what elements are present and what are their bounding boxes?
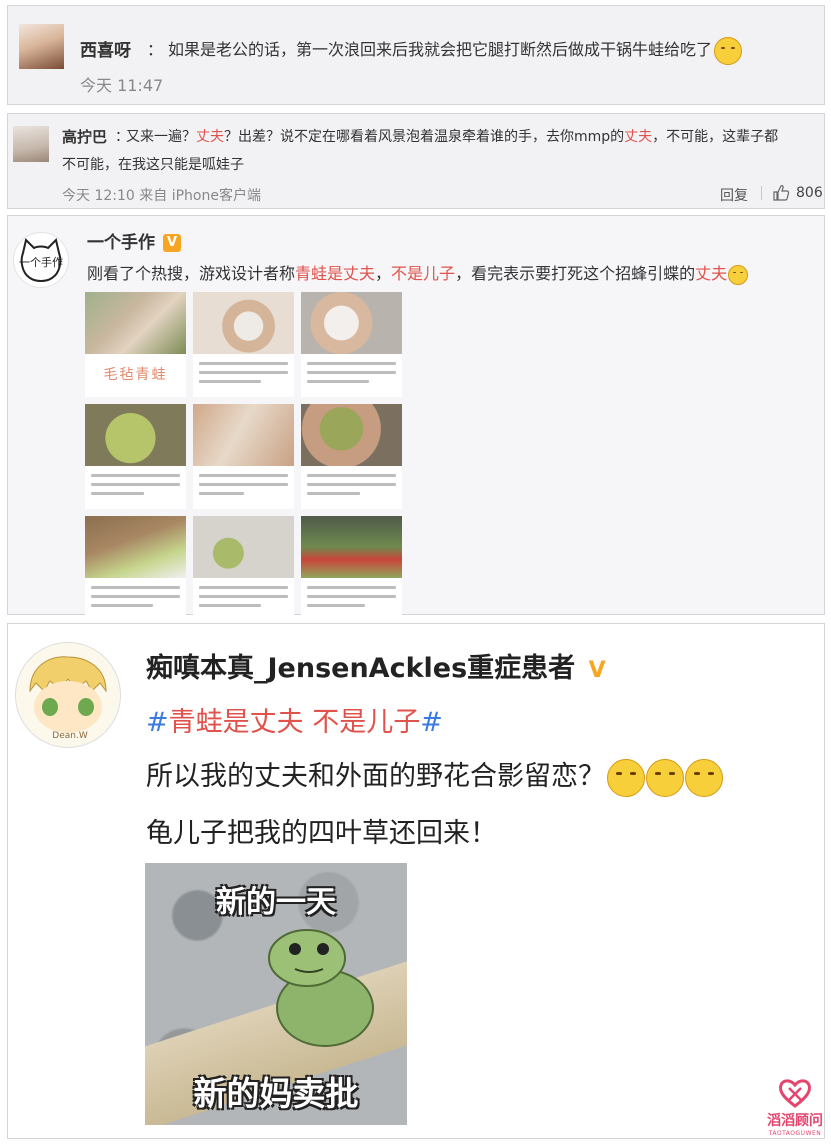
grid-image[interactable]	[193, 404, 294, 509]
user-avatar[interactable]: Dean.W	[15, 642, 121, 748]
highlight-keyword[interactable]: 不是儿子	[391, 264, 455, 283]
grin-emoji-icon	[607, 758, 645, 797]
grid-image[interactable]	[85, 516, 186, 621]
text-segment: ，不可能，这辈子都	[652, 129, 779, 145]
user-avatar[interactable]	[19, 24, 64, 69]
grid-image[interactable]: 毛毡青蛙	[85, 292, 186, 397]
highlight-keyword[interactable]: 青蛙是丈夫	[295, 264, 375, 283]
text-segment: ？出差？说不定在哪看着风景泡着温泉牵着谁的手，去你mmp的	[224, 129, 625, 145]
heart-logo-icon	[779, 1079, 811, 1108]
post-image-grid: 毛毡青蛙	[85, 292, 402, 621]
meme-image[interactable]: 新的一天 新的妈卖批	[145, 863, 407, 1125]
photo	[193, 292, 294, 354]
comment-text-content: 如果是老公的话，第一次浪回来后我就会把它腿打断然后做成干锅牛蛙给吃了	[168, 40, 713, 59]
comment-time: 今天 12:10 来自 iPhone客户端	[62, 188, 261, 204]
thumbs-up-icon	[773, 185, 790, 201]
grid-image[interactable]	[193, 292, 294, 397]
post-text-line1: 所以我的丈夫和外面的野花合影留恋？	[146, 754, 723, 797]
post-text-line2: 龟儿子把我的四叶草还回来！	[146, 818, 497, 849]
highlight-keyword[interactable]: 丈夫	[695, 264, 727, 283]
separator	[761, 186, 762, 200]
post-username[interactable]: 一个手作 V	[87, 228, 181, 253]
photo	[301, 516, 402, 578]
watermark-subtitle: TAOTAOGUWEN	[768, 1130, 822, 1137]
grin-emoji-icon	[685, 758, 723, 797]
photo	[193, 404, 294, 466]
grid-image[interactable]	[301, 292, 402, 397]
dog-face-emoji-icon	[714, 36, 743, 65]
text-segment: ，看完表示要打死这个招蜂引蝶的	[455, 264, 696, 283]
comment-text-line1: 又来一遍？丈夫？出差？说不定在哪看着风景泡着温泉牵着谁的手，去你mmp的丈夫，不…	[126, 126, 778, 146]
comment-time: 今天 11:47	[80, 76, 164, 95]
comment-separator: ：	[147, 40, 164, 59]
post-card-2: Dean.W 痴嗔本真_JensenAckles重症患者 V #青蛙是丈夫 不是儿…	[7, 623, 825, 1139]
post-username-text: 一个手作	[87, 233, 155, 253]
grid-image[interactable]	[193, 516, 294, 621]
post-text: 刚看了个热搜，游戏设计者称青蛙是丈夫，不是儿子，看完表示要打死这个招蜂引蝶的丈夫	[87, 260, 749, 285]
cartoon-face-icon: Dean.W	[29, 656, 107, 741]
photo	[85, 516, 186, 578]
smiling-face-emoji-icon	[728, 264, 749, 285]
grid-image[interactable]	[301, 516, 402, 621]
hashtag-mark: #	[146, 707, 169, 738]
avatar-label: Dean.W	[52, 731, 88, 741]
grid-image[interactable]	[85, 404, 186, 509]
hashtag-mark: #	[420, 707, 443, 738]
grid-image[interactable]	[301, 404, 402, 509]
text-segment: 刚看了个热搜，游戏设计者称	[87, 264, 296, 283]
meme-caption-top: 新的一天	[216, 885, 336, 920]
hashtag-topic[interactable]: #青蛙是丈夫 不是儿子#	[146, 700, 443, 739]
post-card-1: 一个手作 一个手作 V 刚看了个热搜，游戏设计者称青蛙是丈夫，不是儿子，看完表示要…	[7, 215, 825, 621]
post-username[interactable]: 痴嗔本真_JensenAckles重症患者 V	[146, 646, 611, 685]
text-segment: ，	[375, 264, 392, 283]
watermark: 滔滔顾问 TAOTAOGUWEN	[760, 1078, 830, 1140]
hashtag-text: 青蛙是丈夫 不是儿子	[168, 707, 421, 738]
comment-card-1: 西喜呀 ： 如果是老公的话，第一次浪回来后我就会把它腿打断然后做成干锅牛蛙给吃了…	[7, 5, 825, 105]
image-caption: 毛毡青蛙	[103, 367, 168, 383]
photo	[301, 404, 402, 466]
comment-username[interactable]: 西喜呀	[80, 36, 131, 61]
user-avatar[interactable]: 一个手作	[13, 232, 69, 288]
photo	[85, 404, 186, 466]
like-count: 806	[796, 185, 823, 201]
avatar-logo-text: 一个手作	[19, 255, 63, 269]
post-username-text: 痴嗔本真_JensenAckles重症患者	[146, 653, 576, 684]
comment-text-line2: 不可能，在我这只能是呱娃子	[62, 157, 244, 173]
grin-emoji-icon	[646, 758, 684, 797]
photo	[301, 292, 402, 354]
comment-username[interactable]: 高拧巴	[62, 126, 107, 147]
reply-button[interactable]: 回复	[720, 185, 748, 205]
photo	[85, 292, 186, 354]
photo	[193, 516, 294, 578]
verified-badge-icon: V	[163, 234, 181, 252]
highlight-keyword[interactable]: 丈夫	[196, 129, 224, 145]
comment-text: 如果是老公的话，第一次浪回来后我就会把它腿打断然后做成干锅牛蛙给吃了	[168, 36, 743, 65]
cat-logo-icon: 一个手作	[19, 238, 63, 282]
text-segment: 所以我的丈夫和外面的野花合影留恋？	[146, 761, 605, 792]
watermark-title: 滔滔顾问	[767, 1113, 823, 1129]
meme-caption-bottom: 新的妈卖批	[193, 1074, 359, 1113]
verified-badge-icon: V	[588, 658, 606, 683]
comment-card-2: 高拧巴 ： 又来一遍？丈夫？出差？说不定在哪看着风景泡着温泉牵着谁的手，去你mm…	[7, 113, 825, 209]
highlight-keyword[interactable]: 丈夫	[624, 129, 652, 145]
user-avatar[interactable]	[13, 126, 49, 162]
text-segment: 又来一遍？	[126, 129, 196, 145]
